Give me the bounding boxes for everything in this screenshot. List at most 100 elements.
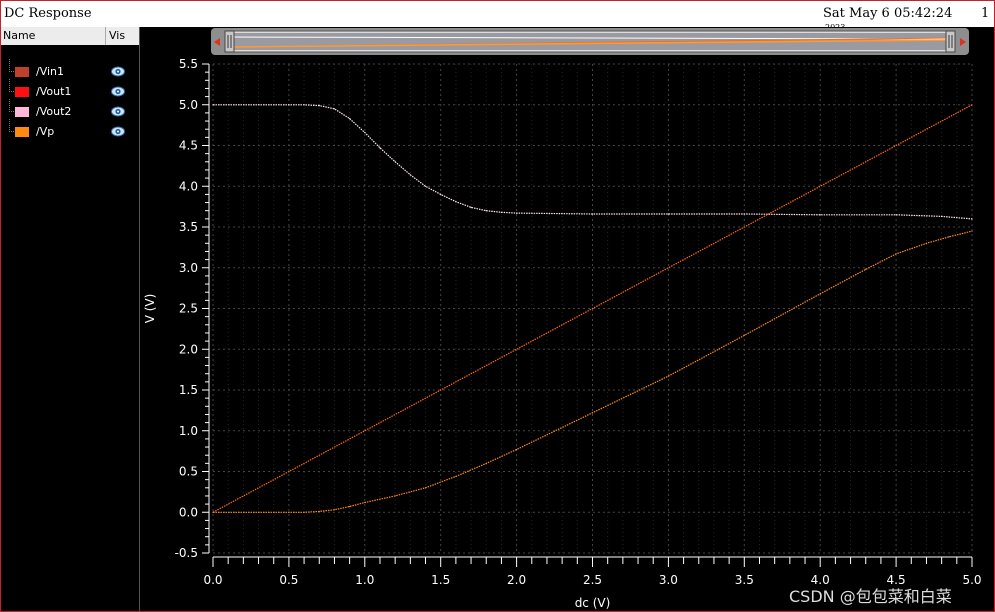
eye-icon[interactable] bbox=[111, 126, 125, 137]
data-point bbox=[971, 230, 973, 232]
y-tick-label: 3.5 bbox=[179, 220, 198, 234]
data-point bbox=[303, 511, 305, 513]
timestamp-year: 2023 bbox=[825, 23, 845, 27]
y-tick-label: 5.5 bbox=[179, 57, 198, 71]
data-point bbox=[333, 509, 335, 511]
scroller-right-handle[interactable] bbox=[945, 30, 956, 53]
legend-item[interactable]: /Vp bbox=[1, 119, 139, 141]
page-number: 1 bbox=[981, 6, 990, 21]
y-tick-label: 1.0 bbox=[179, 424, 198, 438]
tree-connector bbox=[9, 119, 14, 132]
data-point bbox=[333, 108, 335, 110]
data-point bbox=[743, 213, 745, 215]
x-tick-label: 5.0 bbox=[962, 573, 981, 587]
legend-label: /Vp bbox=[36, 125, 55, 138]
x-tick-label: 3.5 bbox=[735, 573, 754, 587]
y-tick-label: 3.0 bbox=[179, 261, 198, 275]
data-point bbox=[743, 334, 745, 336]
x-tick-label: 3.0 bbox=[659, 573, 678, 587]
data-point bbox=[485, 210, 487, 212]
data-point bbox=[819, 293, 821, 295]
data-point bbox=[971, 104, 973, 106]
data-point bbox=[318, 105, 320, 107]
data-point bbox=[212, 104, 214, 106]
eye-icon[interactable] bbox=[111, 106, 125, 117]
x-tick-label: 2.5 bbox=[583, 573, 602, 587]
timestamp: Sat May 6 05:42:24 bbox=[823, 6, 953, 21]
data-point bbox=[941, 215, 943, 217]
y-tick-label: 2.5 bbox=[179, 302, 198, 316]
data-point bbox=[865, 268, 867, 270]
axes: 5.5 5.0 4.5 4.0 3.5 3.0 2.5 2.0 1.5 1.0 0.5 0.0 -0.5… bbox=[175, 57, 982, 587]
data-point bbox=[895, 214, 897, 216]
data-point bbox=[288, 104, 290, 106]
triangle-right-icon[interactable] bbox=[960, 38, 966, 46]
data-point bbox=[364, 131, 366, 134]
data-point bbox=[591, 213, 594, 215]
y-tick-label: 5.0 bbox=[179, 98, 198, 112]
y-tick-label: 4.0 bbox=[179, 179, 198, 193]
y-tick-label: 0.5 bbox=[179, 465, 198, 479]
legend-header-name[interactable]: Name bbox=[3, 29, 35, 42]
data-point bbox=[591, 412, 594, 414]
x-tick-label: 0.5 bbox=[279, 573, 298, 587]
data-point bbox=[971, 218, 973, 220]
data-point bbox=[364, 501, 366, 504]
data-point bbox=[257, 104, 260, 106]
legend-item[interactable]: /Vout1 bbox=[1, 79, 139, 101]
legend-item[interactable]: /Vin1 bbox=[1, 59, 139, 81]
data-point bbox=[516, 212, 518, 214]
data-point bbox=[925, 242, 928, 244]
data-point bbox=[349, 505, 351, 508]
y-axis-label: V (V) bbox=[143, 294, 157, 324]
y-tick-label: 0.0 bbox=[179, 505, 198, 519]
data-point bbox=[212, 511, 214, 513]
data-point bbox=[470, 206, 472, 208]
y-tick-label: 1.5 bbox=[179, 383, 198, 397]
data-point bbox=[500, 211, 502, 213]
data-point bbox=[409, 174, 411, 176]
scroller-left-handle[interactable] bbox=[224, 30, 235, 53]
series-line-vout2[interactable] bbox=[213, 104, 973, 220]
window-title: DC Response bbox=[4, 6, 92, 21]
tree-connector bbox=[9, 99, 14, 112]
data-point bbox=[455, 201, 457, 203]
data-point bbox=[394, 495, 396, 497]
data-point bbox=[485, 462, 487, 464]
data-point bbox=[379, 147, 381, 149]
legend-item[interactable]: /Vout2 bbox=[1, 99, 139, 121]
data-point bbox=[318, 510, 320, 512]
legend-panel: Name Vis /Vin1/Vout1/Vout2/Vp bbox=[1, 27, 140, 611]
color-swatch[interactable] bbox=[15, 107, 29, 117]
color-swatch[interactable] bbox=[15, 67, 29, 77]
color-swatch[interactable] bbox=[15, 87, 29, 97]
data-point bbox=[424, 185, 427, 187]
title-bar: DC Response Sat May 6 05:42:24 2023 1 bbox=[1, 1, 994, 27]
data-point bbox=[667, 213, 670, 215]
watermark: CSDN @包包菜和白菜 bbox=[789, 587, 952, 606]
legend-header-divider[interactable] bbox=[105, 27, 106, 45]
data-point bbox=[455, 475, 457, 477]
legend-label: /Vout2 bbox=[36, 105, 72, 118]
zoom-scroller[interactable] bbox=[211, 28, 969, 55]
x-tick-label: 1.5 bbox=[431, 573, 450, 587]
data-point bbox=[424, 487, 427, 489]
y-tick-label: -0.5 bbox=[175, 546, 198, 560]
data-point bbox=[667, 375, 670, 377]
eye-icon[interactable] bbox=[111, 66, 125, 77]
data-point bbox=[394, 161, 396, 163]
triangle-left-icon[interactable] bbox=[214, 38, 220, 46]
color-swatch[interactable] bbox=[15, 127, 29, 137]
data-point bbox=[516, 448, 518, 451]
legend-header-vis[interactable]: Vis bbox=[109, 29, 125, 42]
data-point bbox=[440, 193, 442, 195]
tree-connector bbox=[9, 79, 14, 92]
data-point bbox=[257, 511, 260, 513]
data-point bbox=[819, 214, 821, 216]
legend-label: /Vout1 bbox=[36, 85, 72, 98]
y-tick-label: 4.5 bbox=[179, 139, 198, 153]
waveform-window: DC Response Sat May 6 05:42:24 2023 1 Na… bbox=[0, 0, 995, 612]
eye-icon[interactable] bbox=[111, 86, 125, 97]
data-point bbox=[349, 118, 351, 120]
plot-area[interactable]: 5.5 5.0 4.5 4.0 3.5 3.0 2.5 2.0 1.5 1.0 0.5 0.0 -0.5… bbox=[140, 55, 994, 611]
